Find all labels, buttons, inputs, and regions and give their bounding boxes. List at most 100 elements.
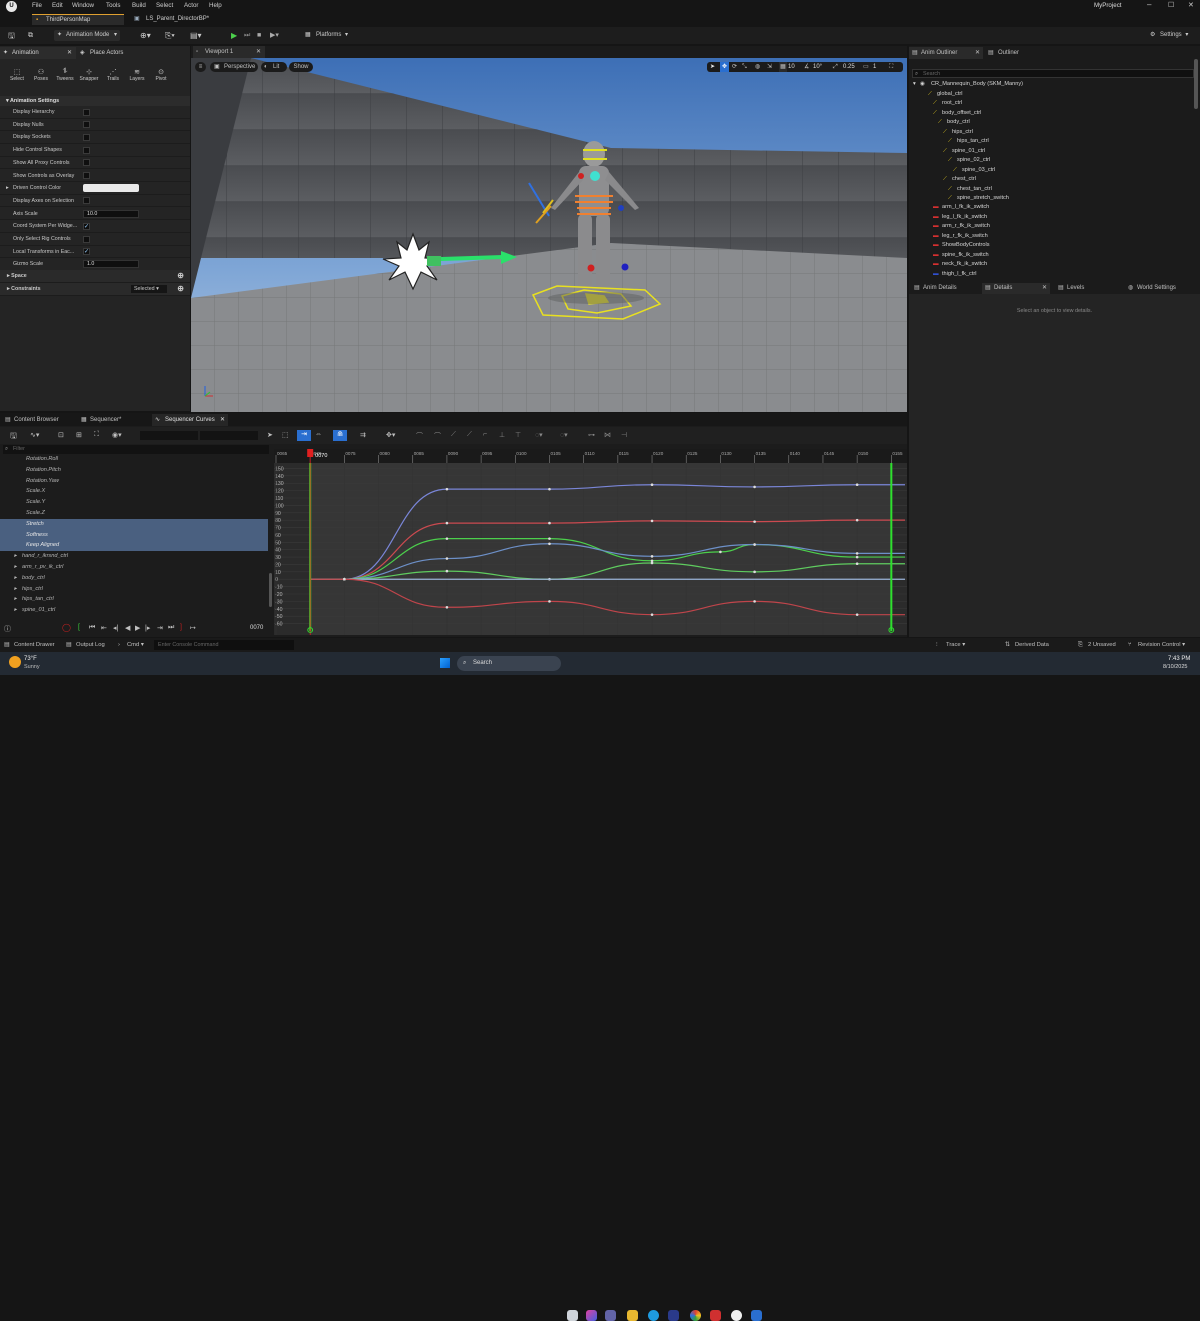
select-tool-icon[interactable]: ➤ [267,431,273,439]
curve-list-item[interactable]: Keep Aligned [0,540,268,552]
curve-list-item[interactable]: ▸ arm_r_pv_ik_ctrl [0,562,268,573]
curve-key[interactable] [855,483,859,487]
curve-list-item[interactable]: Softness [0,529,268,541]
play-icon[interactable]: ▶ [231,30,237,41]
curve-list-item[interactable]: ▸ hand_r_ikrsnd_ctrl [0,551,268,562]
curve-key[interactable] [548,487,551,491]
curve-list-item[interactable]: ▸ spine_01_ctrl [0,605,268,616]
curve-key[interactable] [650,483,654,487]
settings-dropdown[interactable]: ⚙ Settings ▾ [1150,30,1196,41]
current-frame-value[interactable]: 0070 [250,625,263,631]
curve-key[interactable] [445,557,449,560]
curve-view-icon[interactable]: ∿▾ [30,431,39,439]
curve-key[interactable] [548,542,551,546]
menu-file[interactable]: File [32,2,42,9]
add-actor-icon[interactable]: ⊕▾ [140,30,151,41]
add-icon[interactable]: ⊕ [177,283,184,296]
flatten-icon[interactable]: ⊥ [499,431,505,439]
loop-icon[interactable]: ↦ [190,624,196,632]
minimize-icon[interactable]: – [1147,0,1151,9]
color-swatch[interactable] [83,184,139,193]
menu-select[interactable]: Select [156,2,173,9]
tool-2[interactable]: ⥮ Tweens [54,68,76,88]
tool-1[interactable]: ⚇ Poses [30,68,52,88]
property-checkbox[interactable] [83,121,90,129]
tree-item[interactable]: ⟋ chest_tan_ctrl [948,185,992,194]
cinematics-icon[interactable]: ▤▾ [190,30,202,41]
close-icon[interactable]: ✕ [256,46,261,58]
frame-all-icon[interactable]: ⊞ [76,431,82,439]
unreal-logo-icon[interactable]: U [6,1,17,12]
tab-outliner[interactable]: ▤ Outliner [986,47,1046,59]
rotation-snap-value[interactable]: 10° [813,62,822,72]
tool-5[interactable]: ≋ Layers [126,68,148,88]
property-checkbox[interactable] [83,172,90,179]
curve-key[interactable] [855,552,859,555]
teams-icon[interactable] [605,1310,616,1321]
value-input-a[interactable] [140,431,198,440]
curve-key[interactable] [445,521,449,525]
windows-start-icon[interactable] [440,658,450,668]
browse-icon[interactable]: ⧉ [28,30,33,41]
tree-item[interactable]: ▬ leg_l_fk_ik_switch [933,213,987,222]
curve-key[interactable] [445,487,449,491]
menu-window[interactable]: Window [72,2,94,9]
curve-key[interactable] [343,577,346,581]
close-icon[interactable]: ✕ [1042,283,1047,294]
tab-map[interactable]: ▪ ThirdPersonMap [32,14,124,25]
selected-dropdown[interactable]: Selected ▾ [131,285,167,293]
curve-key[interactable] [548,537,551,540]
scale-snap-icon[interactable]: ⤢ [833,62,838,72]
curve-key[interactable] [445,605,449,609]
prev-key-icon[interactable]: ⇤ [101,624,107,632]
post-infinity-icon[interactable]: ◌▾ [560,431,568,439]
camera-speed-icon[interactable]: ▭ [863,62,869,72]
show-button[interactable]: Show [289,62,313,72]
jump-end-icon[interactable]: ⏭ [168,624,174,632]
tool-4[interactable]: ⋰ Trails [102,68,124,88]
transform-tool-icon[interactable]: ⇥ [297,430,311,441]
curve-graph[interactable]: 1501401301201101009080706050403020100-10… [274,449,907,635]
property-checkbox[interactable] [83,235,90,243]
close-window-icon[interactable]: ✕ [1188,1,1194,9]
unsaved-button[interactable]: ⎘ 2 Unsaved [1078,640,1120,650]
world-icon[interactable]: ◍ [755,62,760,72]
curve-key[interactable] [548,600,551,603]
curve-list-scrollbar[interactable] [269,573,272,607]
taskbar-search[interactable]: ⌕ Search [457,656,561,671]
add-icon[interactable]: ⊕ [177,270,184,283]
tree-item[interactable]: ▬ arm_r_fk_ik_switch [933,222,990,231]
set-start-icon[interactable]: [ [78,624,80,631]
tab-world-settings[interactable]: ◍ World Settings [1125,283,1199,294]
curve-key[interactable] [753,570,756,574]
maximize-viewport-icon[interactable]: ⛶ [889,62,893,72]
curve-list-item[interactable]: ▸ hips_tan_ctrl [0,594,268,605]
content-drawer-button[interactable]: ▤ Content Drawer [2,640,60,650]
tree-item[interactable]: ⟋ hips_ctrl [943,128,973,137]
outliner-scrollbar[interactable] [1194,59,1198,109]
blueprint-icon[interactable]: ⎘▾ [165,30,175,41]
scale-icon[interactable]: ⤡ [742,62,747,72]
stop-icon[interactable]: ■ [257,30,261,41]
pre-infinity-icon[interactable]: ◌▾ [535,431,543,439]
tree-item[interactable]: ⟋ global_ctrl [928,90,963,99]
step-icon[interactable]: ⏭ [244,30,250,41]
play-forward-icon[interactable]: ▶ [135,624,140,632]
property-checkbox[interactable] [83,221,90,233]
scale-snap-value[interactable]: 0.25 [843,62,855,72]
property-checkbox[interactable] [83,159,90,167]
retime-tool-icon[interactable]: ⇔ [315,431,322,438]
output-log-button[interactable]: ▤ Output Log [64,640,116,650]
tree-item[interactable]: ⟋ body_ctrl [938,118,970,127]
close-icon[interactable]: ✕ [67,47,72,59]
curve-key[interactable] [445,569,449,573]
auto-tangent-icon[interactable]: ⌒ [416,431,423,441]
grid-snap-value[interactable]: 10 [788,62,795,72]
tree-item[interactable]: ⟋ spine_02_ctrl [948,156,990,165]
play-reverse-icon[interactable]: ◀ [125,624,130,632]
trace-dropdown[interactable]: ⫶ Trace ▾ [936,640,976,650]
curve-list-item[interactable]: ▸ hips_ctrl [0,584,268,595]
curve-key[interactable] [650,555,654,558]
app-icon[interactable] [710,1310,721,1321]
unreal-taskbar-icon[interactable] [731,1310,742,1321]
